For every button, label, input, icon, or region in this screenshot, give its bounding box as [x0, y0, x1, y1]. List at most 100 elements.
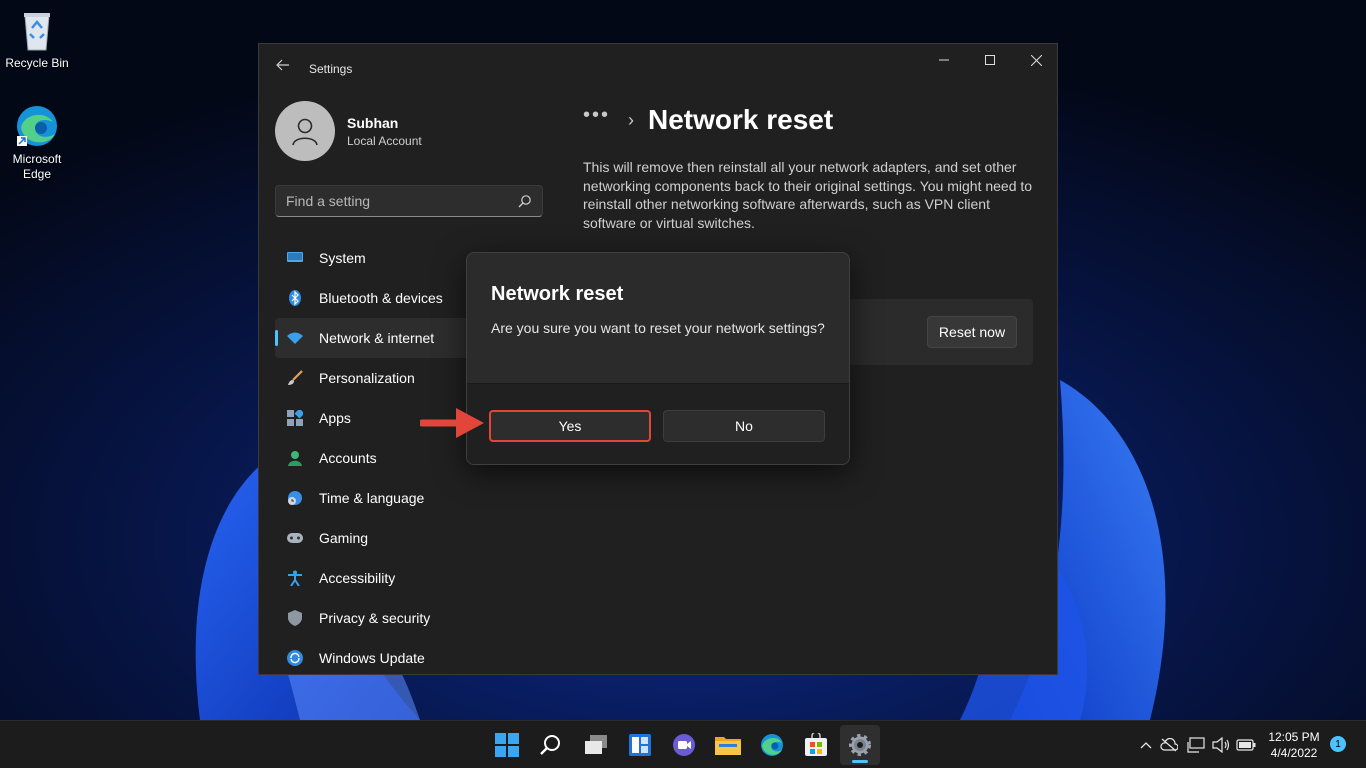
network-tray-button[interactable]	[1186, 735, 1206, 755]
edge-button[interactable]	[752, 725, 792, 765]
user-profile[interactable]: Subhan Local Account	[275, 101, 422, 161]
apps-icon	[287, 410, 303, 426]
breadcrumb: ••• › Network reset	[583, 92, 1043, 148]
widgets-button[interactable]	[620, 725, 660, 765]
sidebar-item-label: Privacy & security	[319, 610, 431, 626]
app-title: Settings	[309, 62, 353, 76]
globe-clock-icon	[287, 490, 303, 506]
avatar	[275, 101, 335, 161]
recycle-bin-icon	[24, 13, 50, 51]
onedrive-button[interactable]	[1159, 735, 1179, 755]
desktop-icon-label: Recycle Bin	[5, 56, 69, 70]
main-content: ••• › Network reset This will remove the…	[583, 92, 1043, 365]
file-explorer-icon	[715, 737, 741, 755]
page-title: Network reset	[648, 104, 834, 135]
sidebar-item-gaming[interactable]: Gaming	[275, 518, 475, 558]
page-description: This will remove then reinstall all your…	[583, 159, 1033, 231]
show-hidden-icons-button[interactable]	[1136, 735, 1156, 755]
search-placeholder: Find a setting	[286, 193, 371, 209]
cloud-offline-icon	[1160, 738, 1178, 752]
sidebar-item-bluetooth-devices[interactable]: Bluetooth & devices	[275, 278, 475, 318]
confirmation-dialog: Network reset Are you sure you want to r…	[466, 252, 850, 465]
sidebar-item-label: Bluetooth & devices	[319, 290, 443, 306]
notification-badge[interactable]: 1	[1330, 736, 1346, 752]
reset-now-button[interactable]: Reset now	[927, 316, 1017, 348]
settings-taskbar-button[interactable]	[840, 725, 880, 765]
profile-account-type: Local Account	[347, 133, 422, 148]
sidebar-item-label: Accounts	[319, 450, 377, 466]
sidebar-item-network-internet[interactable]: Network & internet	[275, 318, 475, 358]
volume-tray-button[interactable]	[1211, 735, 1231, 755]
yes-button[interactable]: Yes	[489, 410, 651, 442]
dialog-message: Are you sure you want to reset your netw…	[491, 320, 825, 336]
sidebar-item-label: Time & language	[319, 490, 425, 506]
chat-icon	[673, 734, 695, 756]
bluetooth-icon	[287, 290, 303, 306]
sidebar-item-label: Apps	[319, 410, 351, 426]
sidebar-item-label: Accessibility	[319, 570, 396, 586]
no-button[interactable]: No	[663, 410, 825, 442]
task-view-icon	[585, 735, 607, 754]
desktop-icon-recycle-bin[interactable]: Recycle Bin	[1, 8, 73, 71]
dialog-footer: Yes No	[467, 383, 849, 464]
gamepad-icon	[287, 530, 303, 546]
chevron-right-icon: ›	[628, 109, 635, 130]
chat-button[interactable]	[664, 725, 704, 765]
clock-date: 4/4/2022	[1270, 746, 1318, 760]
taskbar-search-button[interactable]	[531, 725, 571, 765]
edge-icon	[761, 734, 783, 756]
desktop-icon-label: Microsoft Edge	[12, 152, 62, 181]
sidebar-item-label: System	[319, 250, 366, 266]
sidebar-item-personalization[interactable]: Personalization	[275, 358, 475, 398]
search-input[interactable]: Find a setting	[275, 185, 543, 217]
title-bar: Settings	[259, 44, 1057, 92]
brush-icon	[287, 370, 303, 386]
sidebar-item-windows-update[interactable]: Windows Update	[275, 638, 475, 674]
desktop-icon-microsoft-edge[interactable]: Microsoft Edge	[1, 104, 73, 182]
store-icon	[805, 733, 827, 756]
file-explorer-button[interactable]	[708, 725, 748, 765]
maximize-icon	[985, 55, 995, 65]
task-view-button[interactable]	[576, 725, 616, 765]
sidebar-item-accounts[interactable]: Accounts	[275, 438, 475, 478]
start-button[interactable]	[487, 725, 527, 765]
volume-icon	[1212, 737, 1230, 753]
search-icon	[518, 195, 531, 208]
settings-icon	[849, 734, 871, 756]
minimize-icon	[939, 59, 949, 61]
sidebar-item-accessibility[interactable]: Accessibility	[275, 558, 475, 598]
sidebar-item-time-language[interactable]: Time & language	[275, 478, 475, 518]
battery-charging-icon	[1236, 739, 1256, 751]
person-icon	[287, 450, 303, 466]
sidebar-item-system[interactable]: System	[275, 238, 475, 278]
update-icon	[287, 650, 303, 666]
sidebar-item-privacy-security[interactable]: Privacy & security	[275, 598, 475, 638]
monitor-icon	[287, 250, 303, 266]
close-icon	[1030, 54, 1042, 66]
store-button[interactable]	[796, 725, 836, 765]
taskbar: 12:05 PM 4/4/2022 1	[0, 720, 1366, 768]
battery-tray-button[interactable]	[1236, 735, 1256, 755]
wifi-icon	[287, 330, 303, 346]
sidebar-item-label: Personalization	[319, 370, 415, 386]
minimize-button[interactable]	[921, 44, 967, 76]
close-button[interactable]	[1013, 44, 1057, 76]
sidebar-nav: System Bluetooth & devices Network & int…	[275, 238, 475, 674]
callout-arrow-icon	[420, 408, 484, 438]
back-arrow-icon[interactable]	[273, 58, 293, 78]
person-icon	[292, 118, 318, 146]
clock-time: 12:05 PM	[1268, 730, 1320, 744]
profile-name: Subhan	[347, 114, 399, 131]
accessibility-icon	[287, 570, 303, 586]
sidebar-item-label: Windows Update	[319, 650, 425, 666]
breadcrumb-more-button[interactable]: •••	[583, 104, 610, 127]
edge-icon	[17, 106, 57, 146]
network-wired-icon	[1187, 737, 1205, 753]
start-icon	[495, 733, 519, 757]
dialog-title: Network reset	[491, 283, 624, 305]
taskbar-clock[interactable]: 12:05 PM 4/4/2022	[1264, 729, 1324, 761]
search-icon	[540, 735, 560, 755]
shield-icon	[287, 610, 303, 626]
maximize-button[interactable]	[967, 44, 1013, 76]
widgets-icon	[629, 734, 651, 756]
